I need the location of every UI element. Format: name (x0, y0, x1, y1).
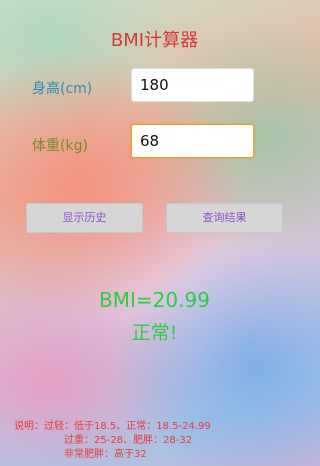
note-line-3: 非常肥胖：高于32 (64, 449, 147, 460)
bmi-value: BMI=20.99 (99, 288, 210, 312)
height-input[interactable]: 180 (131, 68, 254, 102)
query-result-button[interactable]: 查询结果 (166, 203, 283, 233)
show-history-button[interactable]: 显示历史 (26, 203, 143, 233)
weight-label: 体重(kg) (32, 138, 88, 154)
bmi-status: 正常! (131, 322, 178, 344)
height-label: 身高(cm) (32, 81, 93, 97)
app-title: BMI计算器 (110, 30, 199, 51)
weight-input[interactable]: 68 (131, 124, 254, 158)
note-line-1: 说明：过轻：低于18.5、正常：18.5-24.99 (14, 421, 211, 432)
note-line-2: 过重：25-28、肥胖：28-32 (64, 435, 193, 446)
